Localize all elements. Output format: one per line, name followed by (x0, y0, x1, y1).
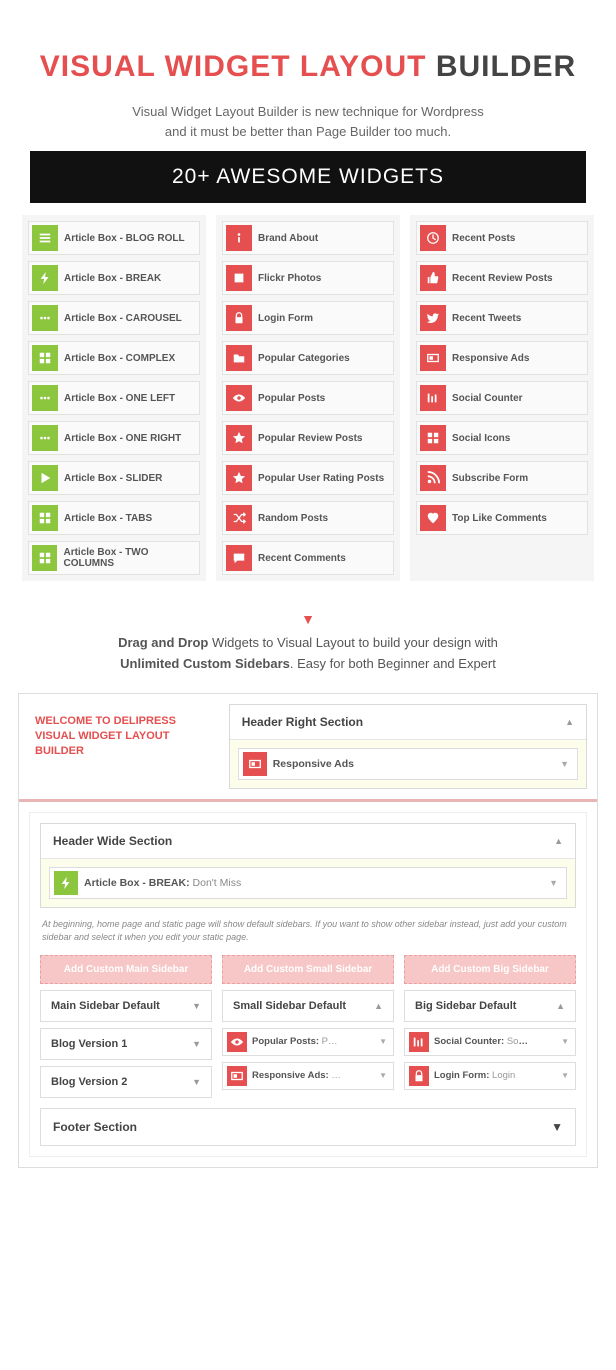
grid-icon (32, 545, 57, 571)
lock-icon (226, 305, 252, 331)
footer-section[interactable]: Footer Section▼ (40, 1108, 576, 1146)
widget-item[interactable]: Social Counter (416, 381, 588, 415)
widget-item[interactable]: Flickr Photos (222, 261, 394, 295)
widget-item[interactable]: Brand About (222, 221, 394, 255)
dots-icon (32, 305, 58, 331)
widgets-columns: Article Box - BLOG ROLL Article Box - BRE… (22, 215, 594, 581)
widget-item[interactable]: Article Box - CAROUSEL (28, 301, 200, 335)
widget-item[interactable]: Recent Posts (416, 221, 588, 255)
list-icon (32, 225, 58, 251)
widget-item[interactable]: Article Box - ONE LEFT (28, 381, 200, 415)
blog-version-2[interactable]: Blog Version 2▼ (40, 1066, 212, 1098)
header-wide-section[interactable]: Header Wide Section▲ Article Box - BREAK… (40, 823, 576, 908)
help-note: At beginning, home page and static page … (42, 918, 574, 945)
widget-item[interactable]: Subscribe Form (416, 461, 588, 495)
page-title: VISUAL WIDGET LAYOUT BUILDER (18, 50, 598, 84)
ads-icon (227, 1066, 247, 1086)
widget-item[interactable]: Recent Review Posts (416, 261, 588, 295)
play-icon (32, 465, 58, 491)
grid-icon (32, 345, 58, 371)
widget-item[interactable]: Responsive Ads (416, 341, 588, 375)
dots-icon (32, 385, 58, 411)
main-sidebar-default[interactable]: Main Sidebar Default▼ (40, 990, 212, 1022)
small-sidebar-col: Add Custom Small Sidebar Small Sidebar D… (222, 955, 394, 1098)
page-subtitle: Visual Widget Layout Builder is new tech… (18, 102, 598, 141)
widget-responsive-ads[interactable]: Responsive Ads ▼ (238, 748, 578, 780)
ads-icon (243, 752, 267, 776)
add-big-sidebar-button[interactable]: Add Custom Big Sidebar (404, 955, 576, 984)
main-sidebar-col: Add Custom Main Sidebar Main Sidebar Def… (40, 955, 212, 1098)
down-arrow-icon: ▼ (18, 611, 598, 627)
widget-popular-posts[interactable]: Popular Posts: P…▼ (222, 1028, 394, 1056)
widget-col-3: Recent Posts Recent Review Posts Recent Tw… (410, 215, 594, 581)
big-sidebar-default[interactable]: Big Sidebar Default▲ (404, 990, 576, 1022)
collapse-icon[interactable]: ▲ (565, 717, 574, 727)
widget-item[interactable]: Social Icons (416, 421, 588, 455)
widget-item[interactable]: Top Like Comments (416, 501, 588, 535)
folder-icon (226, 345, 252, 371)
random-icon (226, 505, 252, 531)
widget-social-counter[interactable]: Social Counter: Social …▼ (404, 1028, 576, 1056)
lock-icon (409, 1066, 429, 1086)
chevron-down-icon: ▼ (552, 759, 577, 769)
add-main-sidebar-button[interactable]: Add Custom Main Sidebar (40, 955, 212, 984)
widget-item[interactable]: Article Box - TABS (28, 501, 200, 535)
widget-item[interactable]: Article Box - TWO COLUMNS (28, 541, 200, 575)
divider (19, 799, 597, 802)
header-right-section[interactable]: Header Right Section▲ Responsive Ads ▼ (229, 704, 587, 789)
info-icon (226, 225, 252, 251)
widget-item[interactable]: Article Box - COMPLEX (28, 341, 200, 375)
bolt-icon (54, 871, 78, 895)
widget-item[interactable]: Popular Categories (222, 341, 394, 375)
add-small-sidebar-button[interactable]: Add Custom Small Sidebar (222, 955, 394, 984)
bolt-icon (32, 265, 58, 291)
grid-icon (32, 505, 58, 531)
widget-col-2: Brand About Flickr Photos Login Form Popula… (216, 215, 400, 581)
blog-version-1[interactable]: Blog Version 1▼ (40, 1028, 212, 1060)
ads-icon (420, 345, 446, 371)
widget-item[interactable]: Article Box - SLIDER (28, 461, 200, 495)
widget-login-form[interactable]: Login Form: Login▼ (404, 1062, 576, 1090)
widget-item[interactable]: Popular Review Posts (222, 421, 394, 455)
big-sidebar-col: Add Custom Big Sidebar Big Sidebar Defau… (404, 955, 576, 1098)
widget-item[interactable]: Recent Comments (222, 541, 394, 575)
widgets-banner: 20+ AWESOME WIDGETS (30, 151, 586, 203)
eye-icon (227, 1032, 247, 1052)
widget-article-break[interactable]: Article Box - BREAK: Don't Miss ▼ (49, 867, 567, 899)
widget-item[interactable]: Random Posts (222, 501, 394, 535)
widget-item[interactable]: Article Box - BLOG ROLL (28, 221, 200, 255)
counter-icon (420, 385, 446, 411)
comment-icon (226, 545, 252, 571)
widget-item[interactable]: Popular Posts (222, 381, 394, 415)
welcome-text: WELCOME TO DELIPRESS VISUAL WIDGET LAYOU… (29, 704, 219, 789)
widget-item[interactable]: Recent Tweets (416, 301, 588, 335)
star-icon (226, 465, 252, 491)
grid-icon (420, 425, 446, 451)
small-sidebar-default[interactable]: Small Sidebar Default▲ (222, 990, 394, 1022)
widget-item[interactable]: Article Box - BREAK (28, 261, 200, 295)
widget-col-1: Article Box - BLOG ROLL Article Box - BRE… (22, 215, 206, 581)
widget-item[interactable]: Login Form (222, 301, 394, 335)
widget-item[interactable]: Article Box - ONE RIGHT (28, 421, 200, 455)
star-icon (226, 425, 252, 451)
rss-icon (420, 465, 446, 491)
square-icon (226, 265, 252, 291)
widget-responsive-ads-small[interactable]: Responsive Ads: …▼ (222, 1062, 394, 1090)
chevron-down-icon: ▼ (541, 878, 566, 888)
layout-builder: WELCOME TO DELIPRESS VISUAL WIDGET LAYOU… (18, 693, 598, 1168)
clock-icon (420, 225, 446, 251)
description: Drag and Drop Widgets to Visual Layout t… (38, 633, 578, 675)
dots-icon (32, 425, 58, 451)
eye-icon (226, 385, 252, 411)
thumb-icon (420, 265, 446, 291)
widget-item[interactable]: Popular User Rating Posts (222, 461, 394, 495)
twitter-icon (420, 305, 446, 331)
collapse-icon[interactable]: ▲ (554, 836, 563, 846)
heart-icon (420, 505, 446, 531)
counter-icon (409, 1032, 429, 1052)
